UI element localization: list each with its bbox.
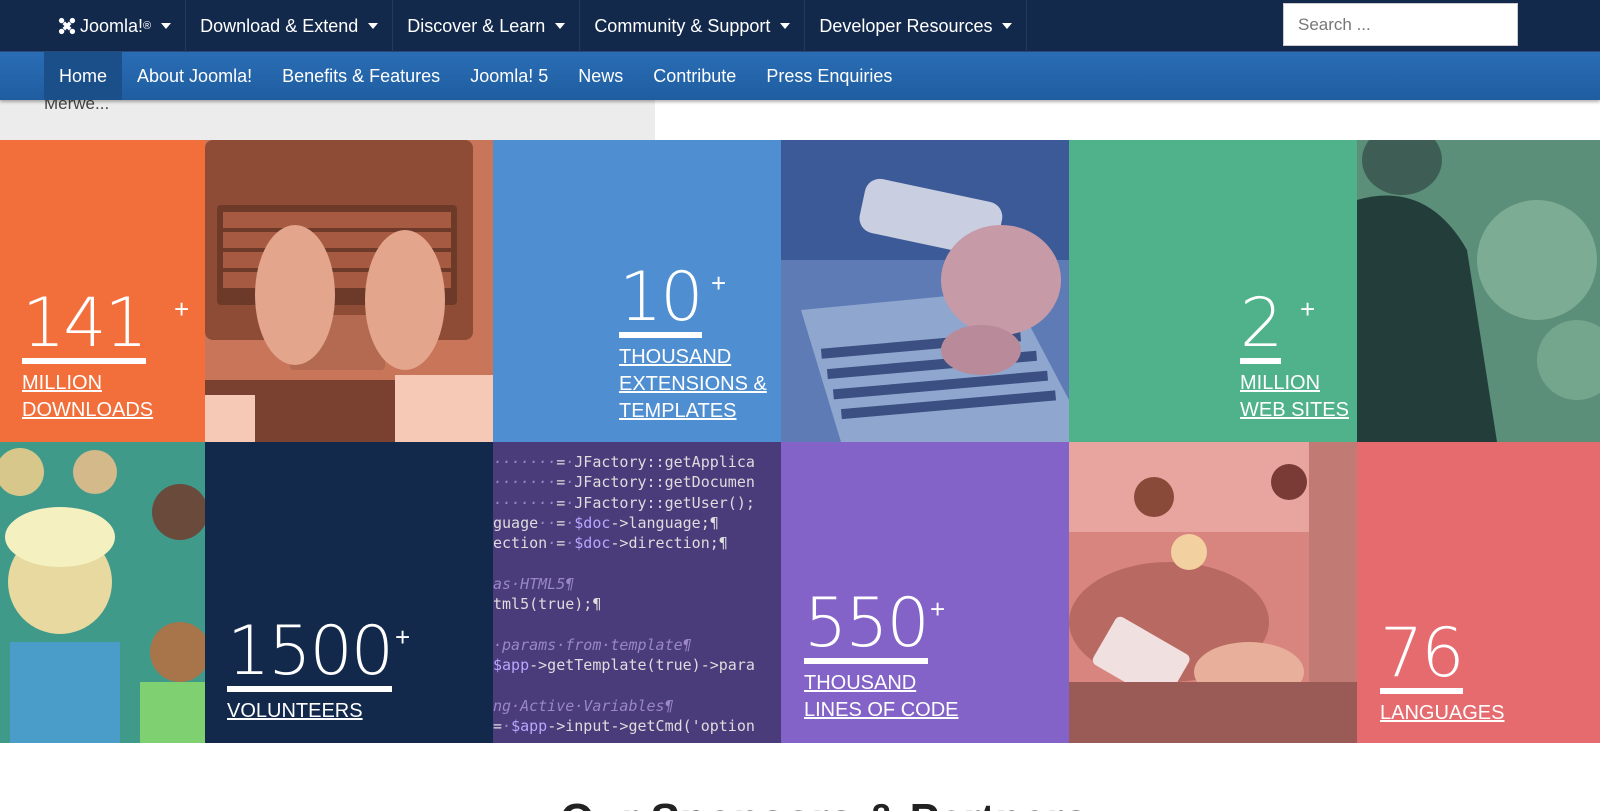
stat-number: 550 — [804, 584, 930, 664]
top-nav-discover-learn[interactable]: Discover & Learn — [392, 0, 579, 52]
stat-label-line: MILLION — [22, 372, 103, 394]
laptop-typing-image — [205, 140, 493, 442]
stat-label-line: LINES OF CODE — [804, 699, 959, 721]
stat-label: THOUSAND EXTENSIONS & TEMPLATES — [619, 344, 767, 425]
top-nav-joomla[interactable]: Joomla! ® — [44, 0, 185, 52]
code-line: $app->getTemplate(true)->para — [493, 655, 755, 674]
top-nav-joomla-label: Joomla! — [80, 15, 144, 36]
stat-tile-languages: 76 LANGUAGES — [1357, 442, 1600, 743]
stat-tile-code-lines: 550 + THOUSAND LINES OF CODE — [781, 442, 1069, 743]
top-nav-label: Developer Resources — [819, 15, 993, 36]
stat-tile-volunteers: 1500 + VOLUNTEERS — [205, 442, 493, 743]
stat-label-line: THOUSAND — [619, 346, 732, 368]
stat-number: 2 — [1240, 284, 1283, 364]
code-line: ng·Active·Variables¶ — [493, 696, 674, 715]
plus-sign: + — [174, 294, 190, 324]
stat-number: 76 — [1380, 614, 1465, 694]
sub-nav-about[interactable]: About Joomla! — [122, 52, 267, 100]
photo-people-crowd — [0, 442, 205, 743]
stat-number: 1500 — [227, 612, 394, 692]
code-line: as·HTML5¶ — [493, 574, 575, 593]
stat-tile-downloads: 141 + MILLION DOWNLOADS — [0, 140, 205, 442]
top-nav-label: Download & Extend — [200, 15, 359, 36]
stat-label-line: EXTENSIONS & — [619, 373, 767, 395]
photo-group-tablet — [1069, 442, 1357, 743]
chevron-down-icon — [161, 23, 172, 29]
top-nav-label: Discover & Learn — [407, 15, 546, 36]
stat-tile-extensions: 10 + THOUSAND EXTENSIONS & TEMPLATES — [493, 140, 781, 442]
top-nav-community-support[interactable]: Community & Support — [579, 0, 804, 52]
plus-sign: + — [711, 268, 727, 298]
stat-label: THOUSAND LINES OF CODE — [804, 670, 958, 724]
code-line: ·······=·JFactory::getDocumen — [493, 473, 755, 492]
stat-volunteers[interactable]: 1500 + VOLUNTEERS — [227, 612, 410, 725]
code-line: ·params·from·template¶ — [493, 635, 692, 654]
chevron-down-icon — [555, 23, 566, 29]
code-line: =·$app->input->getCmd('option — [493, 716, 755, 735]
code-line: ection·=·$doc->direction;¶ — [493, 534, 728, 553]
stat-label: MILLION DOWNLOADS — [22, 370, 153, 424]
stat-languages[interactable]: 76 LANGUAGES — [1380, 620, 1504, 727]
chevron-down-icon — [1002, 23, 1013, 29]
sub-nav-benefits[interactable]: Benefits & Features — [267, 52, 455, 100]
chevron-down-icon — [368, 23, 379, 29]
code-snippet-image: ·······=·JFactory::getApplica·······=·JF… — [493, 442, 755, 736]
search-input[interactable] — [1283, 3, 1518, 46]
joomla-logo-icon — [58, 17, 76, 35]
stat-label: VOLUNTEERS — [227, 698, 392, 725]
stat-websites[interactable]: 2 + MILLION WEB SITES — [1240, 290, 1349, 424]
stat-number: 141 — [22, 284, 148, 364]
plus-sign: + — [930, 594, 946, 624]
stat-label-line: MILLION — [1240, 372, 1321, 394]
top-nav-label: Community & Support — [594, 15, 771, 36]
stat-downloads[interactable]: 141 + MILLION DOWNLOADS — [22, 284, 189, 424]
sub-nav-press[interactable]: Press Enquiries — [751, 52, 907, 100]
top-nav-developer-resources[interactable]: Developer Resources — [804, 0, 1028, 52]
top-nav-menu: Joomla! ® Download & Extend Discover & Le… — [44, 0, 1028, 52]
plus-sign: + — [395, 622, 411, 652]
chevron-down-icon — [780, 23, 791, 29]
photo-phone-laptop — [781, 140, 1069, 442]
photo-laptop-typing — [205, 140, 493, 442]
registered-mark: ® — [143, 20, 152, 32]
top-nav-download-extend[interactable]: Download & Extend — [185, 0, 392, 52]
stat-label: LANGUAGES — [1380, 700, 1504, 727]
stat-number: 10 — [619, 258, 704, 338]
stat-code-lines[interactable]: 550 + THOUSAND LINES OF CODE — [804, 590, 958, 724]
sub-nav-news[interactable]: News — [563, 52, 638, 100]
code-line: ·······=·JFactory::getApplica — [493, 453, 755, 471]
group-tablet-image — [1069, 442, 1357, 743]
code-line: ·······=·JFactory::getUser(); — [493, 493, 755, 512]
photo-code-screen: ·······=·JFactory::getApplica·······=·JF… — [493, 442, 781, 743]
stat-label: MILLION WEB SITES — [1240, 370, 1349, 424]
stat-label-line: DOWNLOADS — [22, 399, 154, 421]
sub-nav-home[interactable]: Home — [44, 52, 123, 100]
stat-label-line: VOLUNTEERS — [227, 700, 363, 722]
stat-extensions[interactable]: 10 + THOUSAND EXTENSIONS & TEMPLATES — [619, 264, 767, 425]
photo-speaker — [1357, 140, 1600, 442]
sub-navbar: Home About Joomla! Benefits & Features J… — [0, 52, 1600, 100]
speaker-image — [1357, 140, 1600, 442]
section-heading: Our Sponsors & Partners — [560, 795, 1088, 811]
code-line: guage··=·$doc->language;¶ — [493, 513, 719, 532]
sub-nav-contribute[interactable]: Contribute — [638, 52, 751, 100]
stat-label-line: LANGUAGES — [1380, 702, 1505, 724]
stat-label-line: THOUSAND — [804, 672, 917, 694]
plus-sign: + — [1300, 294, 1316, 324]
top-navbar: Joomla! ® Download & Extend Discover & Le… — [0, 0, 1600, 52]
sub-nav-menu: Home About Joomla! Benefits & Features J… — [44, 52, 907, 100]
people-crowd-image — [0, 442, 205, 743]
stats-grid: 141 + MILLION DOWNLOADS 10 + THOUSAND EX… — [0, 140, 1600, 743]
stat-label-line: TEMPLATES — [619, 400, 737, 422]
phone-laptop-image — [781, 140, 1069, 442]
code-line: tml5(true);¶ — [493, 595, 602, 614]
stat-tile-websites: 2 + MILLION WEB SITES — [1069, 140, 1357, 442]
stat-label-line: WEB SITES — [1240, 399, 1349, 421]
sub-nav-joomla5[interactable]: Joomla! 5 — [455, 52, 563, 100]
